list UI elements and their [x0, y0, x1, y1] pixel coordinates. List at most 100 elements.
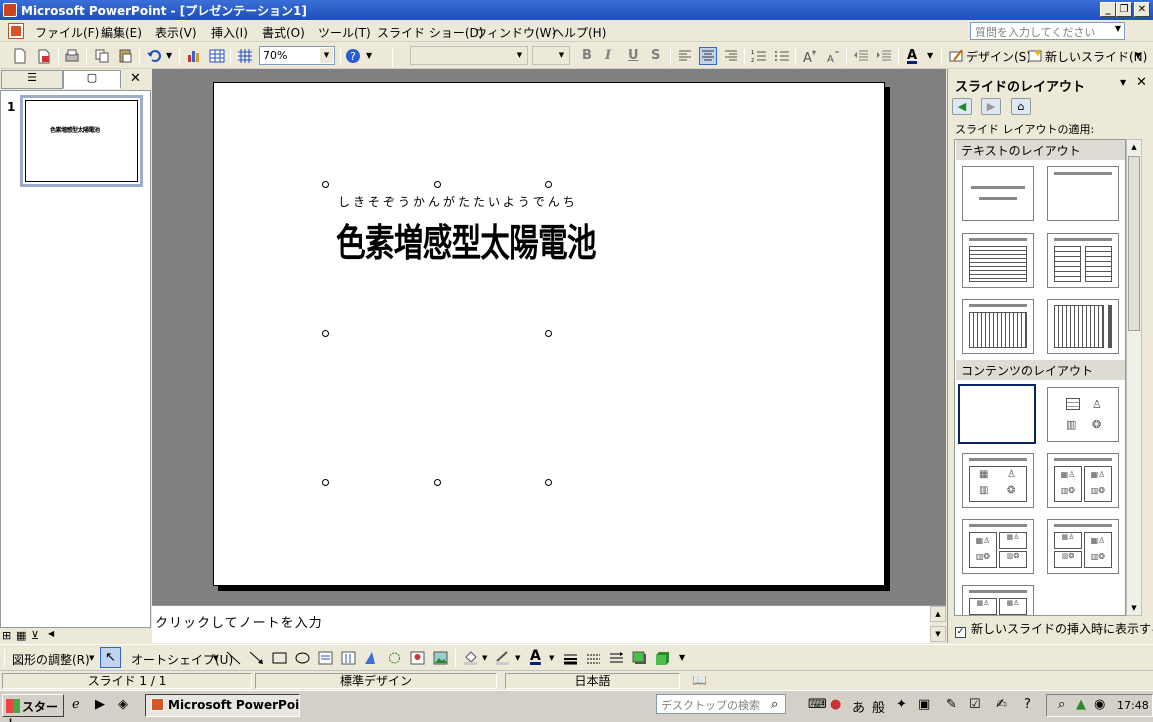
document-icon[interactable]: [8, 23, 24, 39]
scroll-down-icon[interactable]: ▼: [930, 626, 946, 642]
home-icon[interactable]: ⌂: [1011, 98, 1031, 115]
chevron-down-icon[interactable]: ▼: [1120, 78, 1126, 87]
menu-tools[interactable]: ツール(T): [318, 24, 371, 41]
network-icon[interactable]: ▲: [1076, 697, 1086, 712]
diagram-icon[interactable]: [387, 651, 402, 665]
shadow-button[interactable]: S: [651, 48, 660, 63]
menu-file[interactable]: ファイル(F): [35, 24, 99, 41]
ime-pad-icon[interactable]: ▣: [918, 697, 930, 712]
resize-handle[interactable]: [545, 181, 552, 188]
search-icon[interactable]: ⌕: [771, 697, 778, 712]
numbered-list-icon[interactable]: 12: [751, 48, 767, 64]
layout-title-two-content-stacked[interactable]: ▦♙ ▥❂ ▦♙ ▥❂: [1047, 519, 1119, 574]
toolbar-options-icon[interactable]: ▼: [1135, 51, 1141, 60]
tab-slides[interactable]: ▢: [63, 70, 121, 89]
chevron-down-icon[interactable]: ▼: [482, 654, 487, 662]
ime-dictionary-icon[interactable]: ☑: [969, 697, 981, 712]
align-right-icon[interactable]: [723, 48, 739, 64]
design-button[interactable]: デザイン(S): [966, 48, 1031, 65]
new-document-icon[interactable]: [12, 48, 28, 64]
design-icon[interactable]: [948, 48, 964, 64]
layout-title-only[interactable]: [1047, 166, 1119, 221]
resize-handle[interactable]: [434, 479, 441, 486]
close-pane-icon[interactable]: ✕: [130, 71, 141, 86]
rectangle-icon[interactable]: [272, 651, 287, 665]
menu-edit[interactable]: 編集(E): [101, 24, 142, 41]
layout-content[interactable]: ♙ ▥ ❂: [1047, 387, 1119, 442]
layout-vertical-title-text[interactable]: [1047, 299, 1119, 354]
media-player-icon[interactable]: ▶: [95, 697, 105, 712]
show-on-insert-checkbox[interactable]: ✓: [955, 627, 966, 638]
arrow-style-icon[interactable]: [609, 651, 624, 665]
forward-icon[interactable]: ▶: [981, 98, 1001, 115]
help-icon[interactable]: ?: [345, 48, 361, 64]
copy-icon[interactable]: [94, 48, 110, 64]
menu-insert[interactable]: 挿入(I): [211, 24, 248, 41]
oval-icon[interactable]: [295, 651, 310, 665]
fill-color-icon[interactable]: [463, 651, 478, 665]
keyboard-icon[interactable]: ⌨: [808, 697, 827, 712]
ime-icon[interactable]: ●: [830, 697, 841, 712]
volume-icon[interactable]: ◉: [1094, 697, 1105, 712]
resize-handle[interactable]: [322, 479, 329, 486]
tab-outline[interactable]: ☰: [1, 70, 63, 89]
ime-hiragana[interactable]: あ: [852, 697, 865, 716]
layout-title-four-content[interactable]: ▦♙ ▦♙: [962, 585, 1034, 615]
clipart-icon[interactable]: [410, 651, 425, 665]
slide-thumbnail[interactable]: 色素増感型太陽電池: [20, 95, 143, 187]
bullet-list-icon[interactable]: [774, 48, 790, 64]
chevron-down-icon[interactable]: ▼: [555, 48, 568, 63]
layout-title-content-two[interactable]: ▦♙ ▥❂ ▦♙ ▥❂: [962, 519, 1034, 574]
paste-icon[interactable]: [117, 48, 133, 64]
slide-title[interactable]: 色素増感型太陽電池: [336, 212, 597, 267]
ask-question-input[interactable]: 質問を入力してください ▼: [970, 22, 1125, 40]
chevron-down-icon[interactable]: ▼: [549, 654, 554, 662]
layout-title-content[interactable]: ▦ ♙ ▥ ❂: [962, 453, 1034, 508]
scroll-left-icon[interactable]: ◀: [48, 629, 54, 638]
decrease-font-icon[interactable]: A: [825, 48, 841, 64]
slideshow-icon[interactable]: ⊻: [31, 629, 39, 642]
underline-button[interactable]: U: [628, 48, 639, 63]
back-icon[interactable]: ◀: [952, 98, 972, 115]
line-icon[interactable]: [226, 651, 241, 665]
font-color-button[interactable]: A: [907, 48, 917, 63]
resize-handle[interactable]: [322, 330, 329, 337]
print-icon[interactable]: [64, 48, 80, 64]
undo-icon[interactable]: [146, 48, 162, 64]
picture-icon[interactable]: [433, 651, 448, 665]
dash-style-icon[interactable]: [586, 651, 601, 665]
arrow-icon[interactable]: [249, 651, 264, 665]
textbox-icon[interactable]: [318, 651, 333, 665]
layout-title-text[interactable]: [962, 233, 1034, 288]
ime-tool-icon[interactable]: ✦: [896, 697, 907, 712]
close-button[interactable]: ✕: [1134, 2, 1150, 17]
layout-title-two-content[interactable]: ▦♙ ▥❂ ▦♙ ▥❂: [1047, 453, 1119, 508]
search-tray-icon[interactable]: ⌕: [1058, 697, 1065, 712]
chart-icon[interactable]: [186, 48, 202, 64]
ime-pen-icon[interactable]: ✎: [946, 697, 957, 712]
increase-font-icon[interactable]: A: [802, 48, 818, 64]
wordart-icon[interactable]: [364, 651, 379, 665]
resize-handle[interactable]: [545, 479, 552, 486]
chevron-down-icon[interactable]: ▼: [515, 654, 520, 662]
resize-handle[interactable]: [545, 330, 552, 337]
scroll-thumb[interactable]: [1128, 156, 1140, 331]
open-icon[interactable]: [36, 48, 52, 64]
ime-write-icon[interactable]: ✍: [996, 697, 1007, 712]
zoom-select[interactable]: 70% ▼: [259, 46, 335, 65]
quicklaunch-icon[interactable]: ◈: [118, 697, 128, 712]
select-pointer-icon[interactable]: ↖: [100, 647, 121, 668]
layout-blank[interactable]: [958, 384, 1036, 444]
undo-dropdown-icon[interactable]: ▼: [166, 51, 172, 60]
line-color-icon[interactable]: [495, 651, 510, 665]
toolbar-options-icon[interactable]: ▼: [679, 653, 685, 662]
layout-vertical-text[interactable]: [962, 299, 1034, 354]
menu-format[interactable]: 書式(O): [262, 24, 305, 41]
notes-pane[interactable]: クリックしてノートを入力: [152, 605, 946, 643]
resize-handle[interactable]: [434, 181, 441, 188]
spellcheck-icon[interactable]: 📖: [692, 673, 707, 687]
line-style-icon[interactable]: [563, 651, 578, 665]
minimize-button[interactable]: _: [1100, 2, 1116, 17]
taskbar-app-powerpoint[interactable]: Microsoft PowerPoi...: [145, 694, 300, 717]
menu-slideshow[interactable]: スライド ショー(D): [377, 24, 483, 41]
